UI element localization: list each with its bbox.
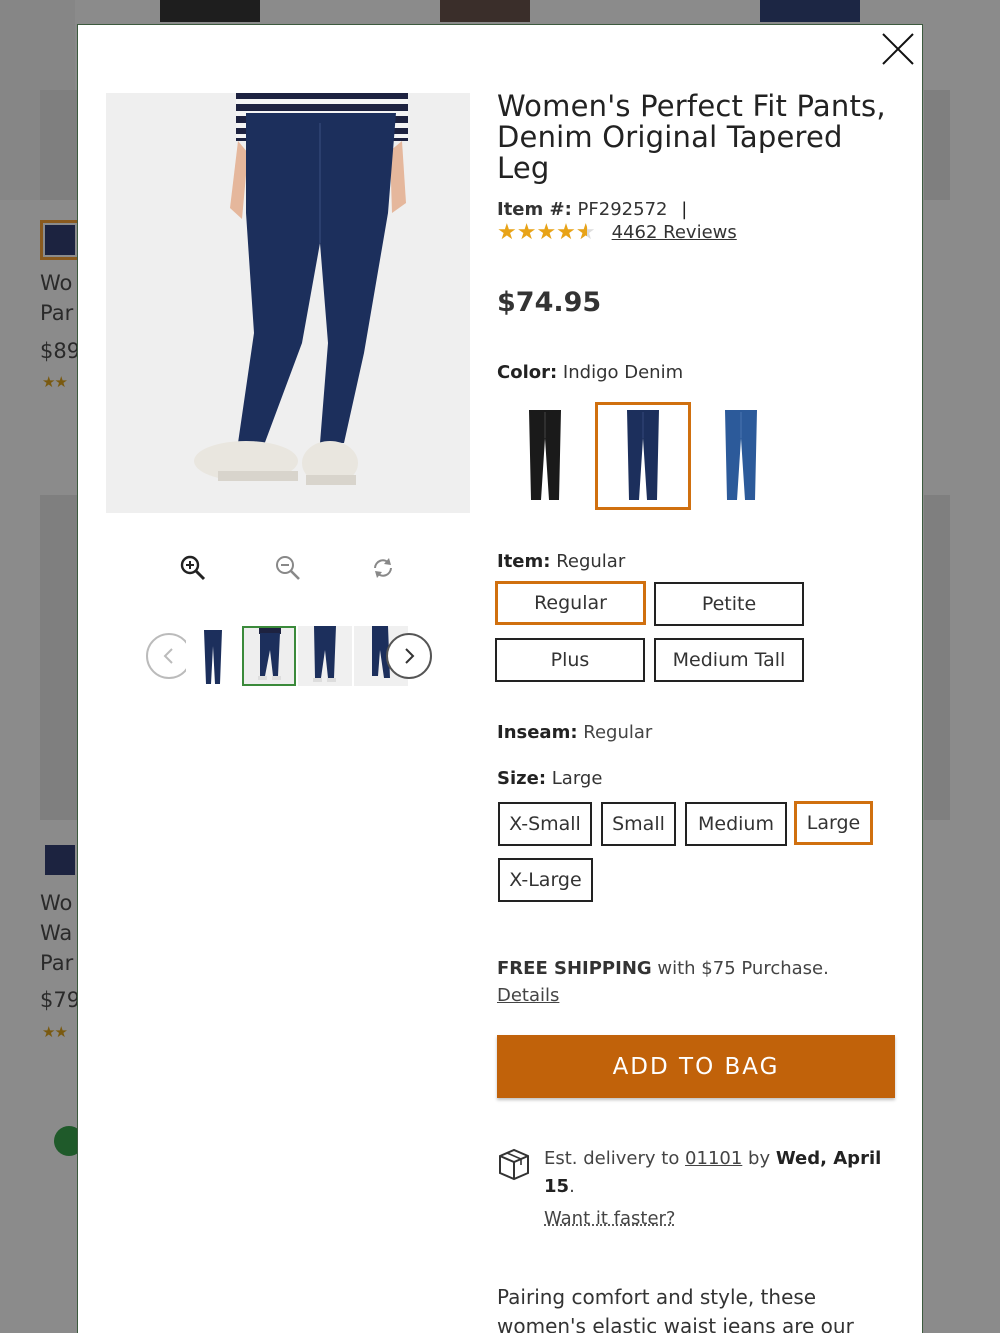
close-button[interactable] (880, 31, 916, 67)
item-type-label-line: Item: Regular (497, 551, 625, 572)
item-type-label: Item: (497, 551, 551, 572)
image-tools (178, 553, 398, 583)
product-main-image[interactable] (106, 93, 470, 513)
bg-color-swatch (45, 845, 75, 875)
item-type-option-petite[interactable]: Petite (654, 582, 804, 626)
item-separator: | (681, 199, 688, 220)
inseam-label-line: Inseam: Regular (497, 722, 652, 743)
product-title: Women's Perfect Fit Pants, Denim Origina… (497, 89, 886, 185)
rotate-icon (374, 558, 392, 578)
want-it-faster-link[interactable]: Want it faster? (544, 1205, 675, 1233)
bg-product-image (440, 0, 530, 22)
bg-product-image (924, 90, 950, 200)
bg-product-stars: ★★ (42, 373, 68, 391)
item-number-label: Item #: (497, 199, 572, 220)
thumbnail-image-selected[interactable] (242, 626, 296, 686)
item-type-value: Regular (556, 551, 626, 572)
size-option-medium[interactable]: Medium (685, 802, 787, 846)
star-rating: ★★★★★ ★ (497, 220, 596, 245)
bg-product-image (924, 495, 950, 820)
close-icon (882, 33, 914, 65)
package-icon (499, 1148, 529, 1181)
color-swatch-indigo-denim[interactable] (595, 402, 691, 510)
shipping-details-link[interactable]: Details (497, 985, 559, 1006)
zoom-in-button[interactable] (178, 553, 208, 583)
delivery-text: Est. delivery to 01101 by Wed, April 15. (544, 1148, 882, 1197)
reviews-link[interactable]: 4462 Reviews (612, 222, 737, 243)
bg-product-name: Wo Wa Par (40, 891, 74, 975)
delivery-estimate: Est. delivery to 01101 by Wed, April 15.… (497, 1145, 897, 1233)
shipping-info: FREE SHIPPING with $75 Purchase. Details (497, 955, 829, 1009)
color-label-line: Color: Indigo Denim (497, 362, 683, 383)
size-option-small[interactable]: Small (601, 802, 676, 846)
size-value: Large (551, 768, 603, 789)
bg-product-image (40, 90, 78, 200)
color-value: Indigo Denim (562, 362, 684, 383)
size-option-large[interactable]: Large (794, 801, 873, 845)
free-shipping-label: FREE SHIPPING (497, 958, 652, 979)
bg-product-image (760, 0, 860, 22)
bg-product-stars: ★★ (42, 1023, 68, 1041)
size-label: Size: (497, 768, 547, 789)
inseam-label: Inseam: (497, 722, 578, 743)
quick-view-modal: Women's Perfect Fit Pants, Denim Origina… (77, 24, 923, 1333)
item-number: PF292572 (577, 199, 668, 220)
bg-product-image (160, 0, 260, 22)
free-shipping-text: with $75 Purchase. (651, 958, 829, 979)
pants-model-image (106, 93, 470, 513)
inseam-value: Regular (583, 722, 653, 743)
color-swatch-black[interactable] (497, 402, 593, 510)
zoom-out-icon (276, 556, 300, 580)
item-type-option-regular[interactable]: Regular (495, 581, 646, 625)
color-swatch-medium-denim[interactable] (693, 402, 789, 510)
bg-product-price: $89 (40, 339, 81, 363)
chevron-right-icon (405, 648, 415, 664)
product-description: Pairing comfort and style, these women's… (497, 1285, 854, 1333)
size-option-x-small[interactable]: X-Small (498, 802, 592, 846)
thumbnail-image[interactable] (298, 626, 352, 686)
stars-full-icon: ★★★★ (497, 220, 576, 245)
item-type-option-plus[interactable]: Plus (495, 638, 645, 682)
item-type-option-medium-tall[interactable]: Medium Tall (654, 638, 804, 682)
product-info: Women's Perfect Fit Pants, Denim Origina… (497, 89, 897, 319)
zoom-in-icon (180, 555, 206, 581)
size-option-x-large[interactable]: X-Large (498, 858, 593, 902)
thumbnail-next-button[interactable] (386, 633, 432, 679)
thumbnail-carousel (146, 625, 432, 689)
star-half-icon: ★ ★ (575, 220, 596, 245)
bg-product-price: $79 (40, 988, 81, 1012)
thumbnail-image[interactable] (186, 626, 240, 686)
rating-line: ★★★★★ ★ 4462 Reviews (497, 220, 897, 245)
bg-product-name: Wo Par (40, 271, 74, 325)
delivery-zip-link[interactable]: 01101 (685, 1148, 742, 1169)
bg-product-image (40, 495, 78, 820)
color-swatches (497, 402, 789, 510)
item-number-line: Item #: PF292572 | (497, 199, 897, 220)
size-label-line: Size: Large (497, 768, 602, 789)
zoom-out-button[interactable] (273, 553, 303, 583)
rotate-button[interactable] (368, 553, 398, 583)
bg-color-swatch (40, 220, 80, 260)
chevron-left-icon (163, 648, 173, 664)
add-to-bag-button[interactable]: ADD TO BAG (497, 1035, 895, 1098)
product-price: $74.95 (497, 287, 602, 318)
color-label: Color: (497, 362, 558, 383)
